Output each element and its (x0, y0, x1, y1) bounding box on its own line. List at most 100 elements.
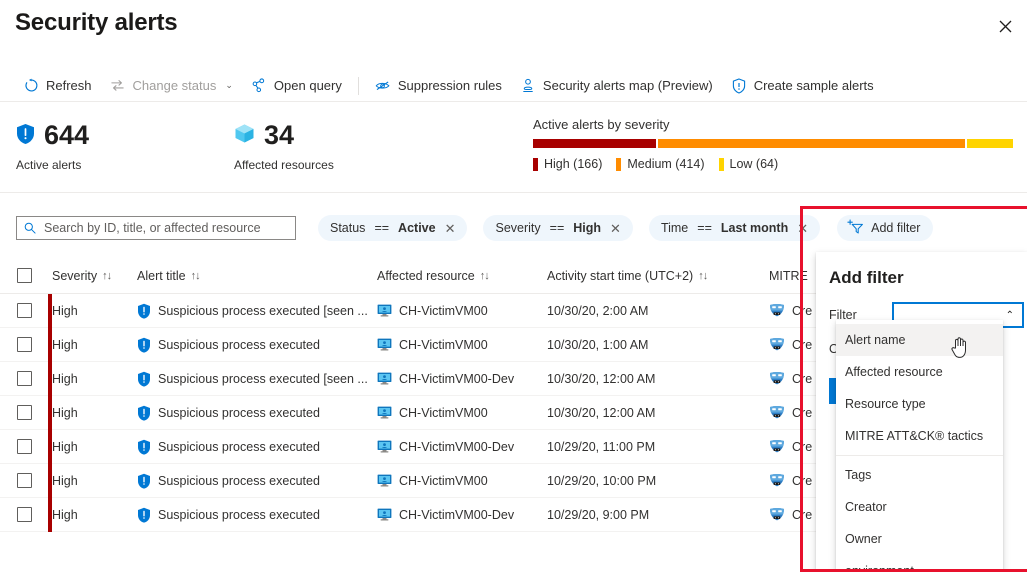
severity-bar-medium (658, 139, 965, 148)
filter-chip-severity[interactable]: Severity == High ✕ (483, 215, 633, 241)
affected-resources-label: Affected resources (234, 158, 334, 172)
chip-severity-field: Severity (495, 221, 541, 235)
cell-mitre-text: Cre (792, 371, 813, 386)
chip-status-operator: == (374, 221, 390, 235)
close-icon[interactable] (989, 10, 1021, 42)
dropdown-option[interactable]: Affected resource (836, 356, 1003, 388)
chip-time-remove-icon[interactable]: ✕ (797, 222, 808, 235)
chip-severity-remove-icon[interactable]: ✕ (610, 222, 621, 235)
severity-legend: High (166) Medium (414) Low (64) (533, 157, 1013, 171)
security-alerts-map-label: Security alerts map (Preview) (542, 78, 713, 93)
chip-time-value: Last month (720, 221, 789, 235)
page-title: Security alerts (15, 9, 178, 36)
row-select-cell (0, 473, 48, 488)
legend-medium: Medium (414) (616, 157, 705, 171)
column-header-severity[interactable]: Severity ↑↓ (52, 269, 137, 283)
row-select-cell (0, 405, 48, 420)
cell-mitre-text: Cre (792, 473, 813, 488)
cell-affected-resource: CH-VictimVM00-Dev (377, 440, 547, 454)
cell-affected-resource-text: CH-VictimVM00-Dev (399, 371, 515, 386)
chip-time-operator: == (697, 221, 712, 235)
mitre-tactic-mask-icon (769, 337, 785, 352)
row-checkbox[interactable] (16, 303, 32, 318)
row-checkbox[interactable] (16, 371, 32, 386)
column-header-activity-start-time[interactable]: Activity start time (UTC+2) ↑↓ (547, 269, 769, 283)
chip-status-remove-icon[interactable]: ✕ (445, 222, 456, 235)
mitre-tactic-mask-icon (769, 405, 785, 420)
refresh-button[interactable]: Refresh (14, 72, 101, 100)
row-checkbox[interactable] (16, 507, 32, 522)
add-filter-button[interactable]: Add filter (837, 215, 934, 241)
cell-severity: High (52, 338, 137, 352)
column-header-severity-label: Severity (52, 268, 98, 283)
cell-alert-title-text: Suspicious process executed (158, 337, 320, 352)
open-query-button[interactable]: Open query (242, 72, 351, 100)
cell-mitre-text: Cre (792, 337, 813, 352)
column-header-affected-resource[interactable]: Affected resource ↑↓ (377, 269, 547, 283)
cell-severity: High (52, 304, 137, 318)
security-alerts-map-button[interactable]: Security alerts map (Preview) (511, 72, 722, 100)
cell-severity-text: High (52, 303, 78, 318)
toolbar-divider (357, 76, 359, 95)
cell-alert-title: Suspicious process executed (137, 337, 377, 353)
cell-mitre-text: Cre (792, 439, 813, 454)
cell-activity-start-time-text: 10/29/20, 11:00 PM (547, 439, 656, 454)
cell-affected-resource: CH-VictimVM00 (377, 474, 547, 488)
cell-severity: High (52, 372, 137, 386)
row-select-cell (0, 337, 48, 352)
row-checkbox[interactable] (16, 337, 32, 352)
cell-alert-title-text: Suspicious process executed [seen ... (158, 303, 368, 318)
virtual-machine-icon (377, 508, 392, 521)
virtual-machine-icon (377, 440, 392, 453)
search-input[interactable] (42, 220, 288, 236)
virtual-machine-icon (377, 372, 392, 385)
chip-status-field: Status (330, 221, 366, 235)
cell-affected-resource-text: CH-VictimVM00 (399, 405, 488, 420)
add-filter-icon (847, 218, 864, 238)
cube-icon (234, 123, 255, 147)
filter-chip-status[interactable]: Status == Active ✕ (318, 215, 468, 241)
dropdown-option[interactable]: Tags (836, 459, 1003, 491)
column-header-mitre-label: MITRE (769, 268, 808, 283)
refresh-icon (23, 78, 39, 94)
dropdown-option[interactable]: Creator (836, 491, 1003, 523)
active-alerts-count: 644 (44, 119, 90, 150)
create-sample-alerts-button[interactable]: Create sample alerts (722, 72, 883, 100)
suppression-rules-button[interactable]: Suppression rules (366, 72, 511, 100)
cell-severity: High (52, 440, 137, 454)
cell-activity-start-time-text: 10/30/20, 12:00 AM (547, 405, 656, 420)
flyout-title: Add filter (829, 268, 904, 287)
select-all-checkbox[interactable] (16, 268, 32, 283)
cell-mitre-text: Cre (792, 507, 813, 522)
dropdown-option[interactable]: Resource type (836, 388, 1003, 420)
cell-alert-title-text: Suspicious process executed (158, 507, 320, 522)
row-checkbox[interactable] (16, 405, 32, 420)
column-header-alert-title[interactable]: Alert title ↑↓ (137, 269, 377, 283)
mitre-tactic-mask-icon (769, 439, 785, 454)
cell-activity-start-time-text: 10/30/20, 1:00 AM (547, 337, 649, 352)
row-checkbox[interactable] (16, 439, 32, 454)
chip-severity-operator: == (549, 221, 565, 235)
add-filter-label: Add filter (871, 221, 921, 235)
dropdown-option[interactable]: Alert name (836, 324, 1003, 356)
cell-activity-start-time-text: 10/29/20, 9:00 PM (547, 507, 650, 522)
flyout-beak (83, 244, 97, 253)
change-status-button[interactable]: Change status ⌄ (101, 72, 242, 100)
chip-time-field: Time (660, 221, 689, 235)
dropdown-option[interactable]: MITRE ATT&CK® tactics (836, 420, 1003, 452)
dropdown-option[interactable]: Owner (836, 523, 1003, 555)
legend-low: Low (64) (718, 157, 778, 171)
row-select-cell (0, 507, 48, 522)
severity-bar (533, 139, 1013, 148)
cell-affected-resource: CH-VictimVM00 (377, 406, 547, 420)
severity-chart: Active alerts by severity High (166) Med… (533, 117, 1013, 171)
cell-affected-resource: CH-VictimVM00-Dev (377, 508, 547, 522)
search-box[interactable] (16, 216, 296, 240)
cell-alert-title: Suspicious process executed (137, 507, 377, 523)
row-checkbox[interactable] (16, 473, 32, 488)
sort-icon: ↑↓ (698, 269, 708, 282)
cell-activity-start-time: 10/29/20, 9:00 PM (547, 508, 769, 522)
dropdown-option[interactable]: environment (836, 555, 1003, 572)
row-select-cell (0, 371, 48, 386)
filter-chip-time[interactable]: Time == Last month ✕ (648, 215, 821, 241)
